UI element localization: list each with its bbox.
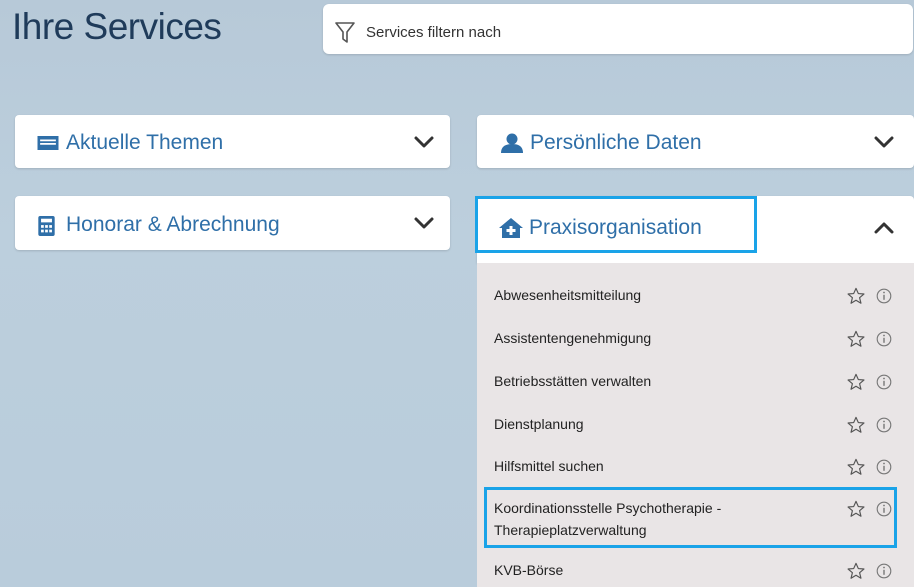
services-filter-input[interactable]: Services filtern nach (323, 4, 913, 54)
highlight-praxisorganisation (475, 196, 757, 253)
chevron-up-icon[interactable] (873, 221, 895, 235)
list-item-label: Assistentengenehmigung (494, 330, 652, 346)
list-item[interactable]: Hilfsmittel suchen (477, 454, 914, 484)
card-label-persoenliche-daten: Persönliche Daten (530, 131, 702, 154)
info-circle-icon[interactable] (876, 563, 892, 579)
list-item[interactable]: KVB-Börse (477, 559, 914, 587)
calculator-icon (38, 216, 55, 236)
chevron-down-icon[interactable] (873, 135, 895, 149)
card-honorar-abrechnung[interactable]: Honorar & Abrechnung (15, 196, 450, 250)
star-outline-icon[interactable] (847, 416, 865, 434)
chevron-down-icon[interactable] (413, 216, 435, 230)
highlight-koordinationsstelle (484, 487, 897, 548)
page-title: Ihre Services (12, 6, 222, 47)
star-outline-icon[interactable] (847, 373, 865, 391)
star-outline-icon[interactable] (847, 562, 865, 580)
newspaper-icon (37, 136, 59, 150)
card-label-honorar: Honorar & Abrechnung (66, 213, 280, 236)
list-item[interactable]: Betriebsstätten verwalten (477, 369, 914, 399)
list-item[interactable]: Abwesenheitsmitteilung (477, 283, 914, 313)
person-icon (501, 133, 523, 153)
list-item-label: Hilfsmittel suchen (494, 458, 604, 474)
list-item[interactable]: Dienstplanung (477, 412, 914, 442)
info-circle-icon[interactable] (876, 417, 892, 433)
list-item-label: Betriebsstätten verwalten (494, 373, 652, 389)
card-aktuelle-themen[interactable]: Aktuelle Themen (15, 115, 450, 168)
filter-placeholder: Services filtern nach (366, 24, 502, 41)
list-item-label: Dienstplanung (494, 416, 584, 432)
card-label-aktuelle-themen: Aktuelle Themen (66, 131, 224, 154)
list-item-label: KVB-Börse (494, 562, 564, 578)
star-outline-icon[interactable] (847, 458, 865, 476)
star-outline-icon[interactable] (847, 330, 865, 348)
funnel-icon (335, 22, 355, 43)
chevron-down-icon[interactable] (413, 135, 435, 149)
info-circle-icon[interactable] (876, 459, 892, 475)
list-item[interactable]: Assistentengenehmigung (477, 326, 914, 356)
info-circle-icon[interactable] (876, 331, 892, 347)
list-item-label: Abwesenheitsmitteilung (494, 287, 642, 303)
card-persoenliche-daten[interactable]: Persönliche Daten (477, 115, 914, 168)
info-circle-icon[interactable] (876, 288, 892, 304)
star-outline-icon[interactable] (847, 287, 865, 305)
info-circle-icon[interactable] (876, 374, 892, 390)
